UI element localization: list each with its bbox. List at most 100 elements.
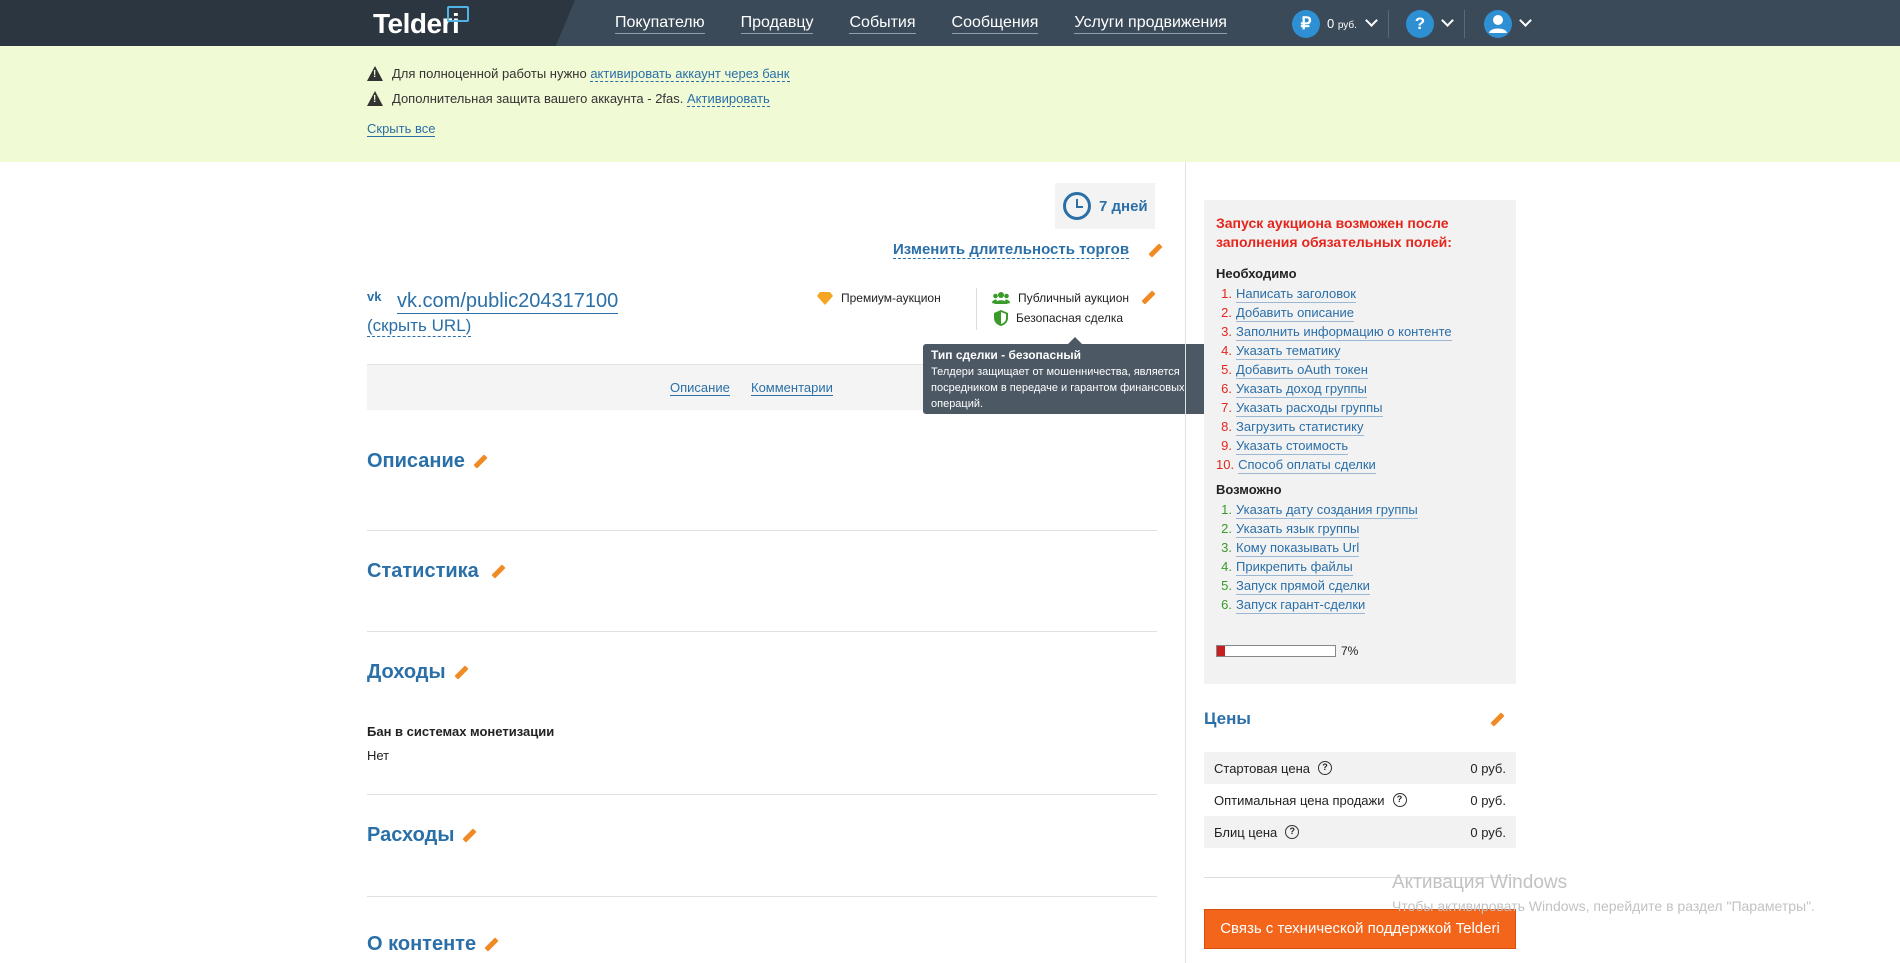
price-label-wrap: Оптимальная цена продажи?	[1214, 793, 1470, 808]
list-item: 2. Добавить описание	[1216, 305, 1504, 324]
requirement-link[interactable]: Указать дату создания группы	[1236, 502, 1418, 519]
price-label-wrap: Стартовая цена?	[1214, 761, 1470, 776]
tab-description[interactable]: Описание	[670, 380, 730, 396]
price-label: Оптимальная цена продажи	[1214, 792, 1385, 808]
nav-buyer[interactable]: Покупателю	[615, 14, 705, 34]
edit-content-pencil-icon[interactable]	[484, 938, 498, 952]
safe-deal[interactable]: Безопасная сделка	[994, 310, 1123, 326]
edit-statistics-pencil-icon[interactable]	[491, 565, 505, 579]
requirement-link[interactable]: Способ оплаты сделки	[1238, 457, 1376, 474]
activate-2fa-link[interactable]: Активировать	[687, 91, 770, 107]
support-button[interactable]: Связь с технической поддержкой Telderi	[1204, 909, 1516, 949]
tooltip-title: Тип сделки - безопасный	[931, 348, 1082, 362]
price-row: Оптимальная цена продажи? 0 руб.	[1204, 784, 1516, 816]
user-icon[interactable]	[1484, 10, 1512, 38]
item-number: 9.	[1221, 438, 1232, 453]
list-item: 6. Запуск гарант-сделки	[1216, 597, 1504, 616]
public-auction-label: Публичный аукцион	[1018, 291, 1130, 305]
progress-label: 7%	[1341, 644, 1359, 658]
hide-all-link[interactable]: Скрыть все	[367, 121, 436, 137]
divider	[1464, 10, 1465, 38]
section-content: О контенте	[367, 933, 1157, 956]
price-value: 0 руб.	[1470, 792, 1506, 808]
list-item: 2. Указать язык группы	[1216, 521, 1504, 540]
watermark-title: Активация Windows	[1392, 872, 1568, 893]
tooltip-text: Телдери защищает от мошенничества, являе…	[931, 366, 1185, 410]
list-item: 6. Указать доход группы	[1216, 381, 1504, 400]
requirement-link[interactable]: Указать доход группы	[1236, 381, 1367, 398]
nav-events[interactable]: События	[849, 14, 916, 34]
question-icon[interactable]: ?	[1285, 825, 1300, 839]
item-number: 4.	[1221, 559, 1232, 574]
user-chevron-down-icon[interactable]	[1519, 14, 1532, 27]
help-icon[interactable]: ?	[1406, 10, 1434, 38]
warning-icon	[367, 66, 383, 81]
list-item: 3. Кому показывать Url	[1216, 540, 1504, 559]
balance-chevron-down-icon[interactable]	[1365, 14, 1378, 27]
requirement-link[interactable]: Заполнить информацию о контенте	[1236, 324, 1452, 341]
list-item: 10. Способ оплаты сделки	[1216, 457, 1504, 476]
requirement-link[interactable]: Указать расходы группы	[1236, 400, 1383, 417]
item-number: 1.	[1221, 502, 1232, 517]
ban-value: Нет	[367, 748, 390, 763]
lot-url-link[interactable]: vk.com/public204317100	[397, 290, 619, 314]
notice-line-bank: Для полноценной работы нужно активироват…	[367, 66, 790, 82]
list-item: 4. Прикрепить файлы	[1216, 559, 1504, 578]
requirement-link[interactable]: Добавить описание	[1236, 305, 1354, 322]
divider	[976, 288, 977, 330]
requirement-link[interactable]: Указать стоимость	[1236, 438, 1349, 455]
section-statistics: Статистика	[367, 560, 1157, 583]
requirement-link[interactable]: Запуск прямой сделки	[1236, 578, 1370, 595]
watermark-subtitle: Чтобы активировать Windows, перейдите в …	[1392, 898, 1815, 914]
divider	[367, 530, 1157, 531]
public-auction: Публичный аукцион	[992, 291, 1129, 305]
divider	[367, 631, 1157, 632]
price-label-wrap: Блиц цена?	[1214, 825, 1470, 840]
list-item: 4. Указать тематику	[1216, 343, 1504, 362]
diamond-icon	[817, 292, 833, 305]
requirement-link[interactable]: Указать тематику	[1236, 343, 1341, 360]
change-duration-link[interactable]: Изменить длительность торгов	[893, 241, 1130, 259]
list-item: 1. Написать заголовок	[1216, 286, 1504, 305]
price-value: 0 руб.	[1470, 760, 1506, 776]
list-item: 5. Добавить oAuth токен	[1216, 362, 1504, 381]
tab-comments[interactable]: Комментарии	[751, 380, 833, 396]
section-expenses: Расходы	[367, 824, 1157, 847]
edit-duration-pencil-icon[interactable]	[1148, 244, 1162, 258]
requirement-link[interactable]: Загрузить статистику	[1236, 419, 1364, 436]
item-number: 2.	[1221, 521, 1232, 536]
item-number: 6.	[1221, 597, 1232, 612]
activate-bank-link[interactable]: активировать аккаунт через банк	[590, 66, 790, 82]
ban-label: Бан в системах монетизации	[367, 724, 555, 739]
hide-url-link[interactable]: (скрыть URL)	[367, 316, 472, 337]
help-chevron-down-icon[interactable]	[1441, 14, 1454, 27]
progress-bar	[1216, 645, 1336, 657]
requirement-link[interactable]: Написать заголовок	[1236, 286, 1356, 303]
item-number: 8.	[1221, 419, 1232, 434]
edit-income-pencil-icon[interactable]	[454, 666, 468, 680]
logo[interactable]: Telderi	[373, 6, 469, 40]
balance[interactable]: 0 руб.	[1327, 16, 1357, 31]
requirement-link[interactable]: Запуск гарант-сделки	[1236, 597, 1366, 614]
windows-activation-watermark: Активация Windows Чтобы активировать Win…	[1392, 872, 1815, 914]
requirement-link[interactable]: Кому показывать Url	[1236, 540, 1360, 557]
safe-deal-label: Безопасная сделка	[1016, 311, 1124, 325]
nav-seller[interactable]: Продавцу	[740, 14, 814, 34]
duration-value: 7 дней	[1099, 197, 1148, 215]
section-description: Описание	[367, 450, 1157, 473]
requirement-link[interactable]: Прикрепить файлы	[1236, 559, 1353, 576]
completion-progress: 7%	[1216, 644, 1358, 658]
duration-box: 7 дней	[1055, 183, 1155, 229]
edit-prices-pencil-icon[interactable]	[1490, 713, 1504, 727]
question-icon[interactable]: ?	[1318, 761, 1332, 775]
requirement-link[interactable]: Указать язык группы	[1236, 521, 1360, 538]
question-icon[interactable]: ?	[1392, 793, 1407, 807]
ruble-icon[interactable]: ₽	[1292, 10, 1320, 38]
requirement-link[interactable]: Добавить oAuth токен	[1236, 362, 1368, 379]
nav-promotion[interactable]: Услуги продвижения	[1074, 14, 1227, 34]
divider	[367, 896, 1157, 897]
nav-messages[interactable]: Сообщения	[951, 14, 1039, 34]
edit-description-pencil-icon[interactable]	[473, 455, 487, 469]
edit-auction-type-pencil-icon[interactable]	[1141, 291, 1155, 305]
edit-expenses-pencil-icon[interactable]	[462, 829, 476, 843]
